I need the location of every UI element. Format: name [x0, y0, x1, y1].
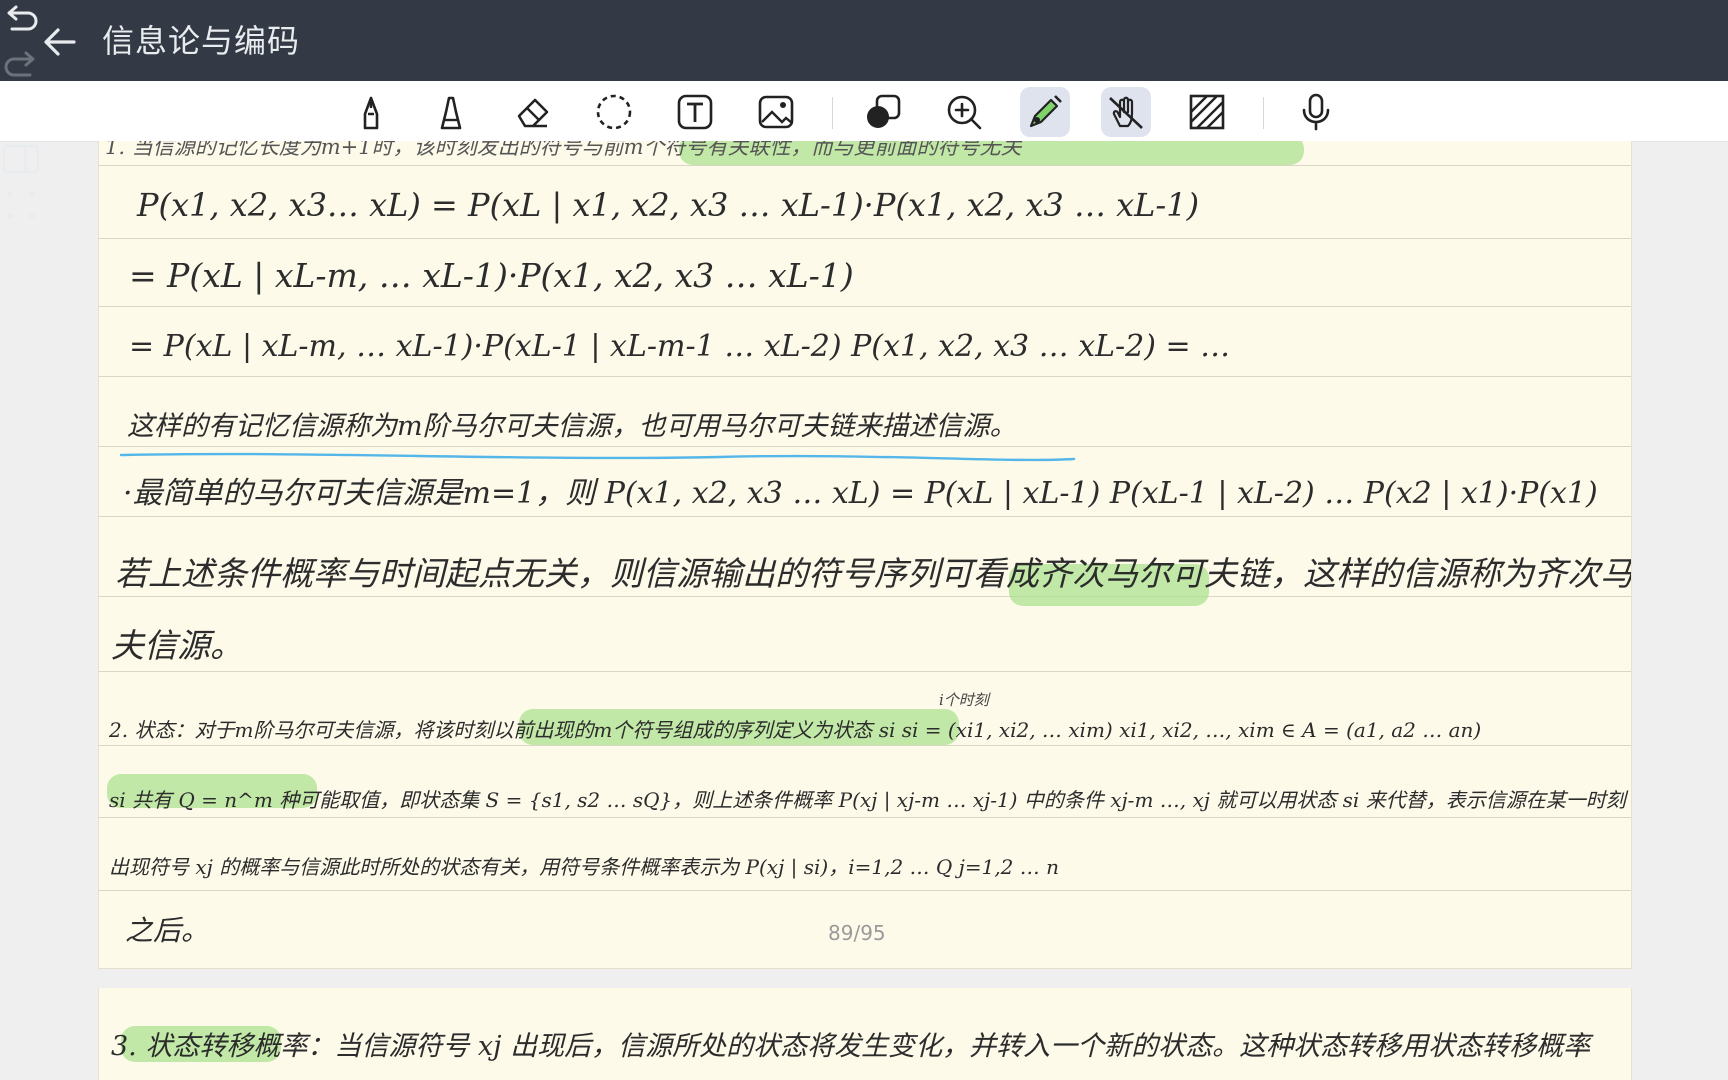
handwritten-line: 出现符号 xj 的概率与信源此时所处的状态有关，用符号条件概率表示为 P(xj … [109, 855, 1059, 879]
highlighter-tool[interactable] [426, 87, 476, 137]
handwritten-line: si 共有 Q = n^m 种可能取值，即状态集 S = {s1, s2 … s… [109, 788, 1626, 812]
back-button[interactable] [40, 22, 80, 62]
handwritten-formula: P(x1, x2, x3… xL) = P(xL | x1, x2, x3 … … [137, 186, 1200, 224]
handwritten-annotation: i个时刻 [939, 691, 989, 709]
more-icon [7, 191, 35, 219]
pattern-tool[interactable] [1182, 87, 1232, 137]
next-note-page[interactable]: 3. 状态转移概率：当信源符号 xj 出现后，信源所处的状态将发生变化，并转入一… [98, 988, 1632, 1080]
handwritten-line: ·最简单的马尔可夫信源是m=1，则 P(x1, x2, x3 … xL) = P… [123, 476, 1598, 511]
pattern-icon [1189, 94, 1225, 130]
handwritten-formula: = P(xL | xL-m, … xL-1)·P(x1, x2, x3 … xL… [129, 256, 854, 295]
microphone-icon [1302, 93, 1330, 131]
handwritten-line: 夫信源。 [111, 626, 243, 665]
handwritten-line: 这样的有记忆信源称为m阶马尔可夫信源，也可用马尔可夫链来描述信源。 [127, 411, 1017, 442]
lasso-icon [596, 94, 632, 130]
text-tool[interactable] [670, 87, 720, 137]
handwritten-line: 2. 状态：对于m阶马尔可夫信源，将该时刻以前出现的m个符号组成的序列定义为状态… [109, 718, 1482, 742]
page-indicator: 89/95 [828, 921, 886, 945]
handwritten-line: 若上述条件概率与时间起点无关，则信源输出的符号序列可看成齐次马尔可夫链，这样的信… [115, 554, 1632, 593]
touch-draw-tool[interactable] [1101, 87, 1151, 137]
pen-tool[interactable] [346, 87, 396, 137]
image-tool[interactable] [751, 87, 801, 137]
handwritten-line: 之后。 [125, 914, 210, 947]
page-title: 信息论与编码 [102, 22, 301, 60]
handwritten-formula: = P(xL | xL-m, … xL-1)·P(xL-1 | xL-m-1 …… [129, 329, 1231, 364]
shape-tool[interactable] [858, 87, 908, 137]
split-view-icon [2, 144, 40, 174]
text-icon [677, 94, 713, 130]
undo-icon [7, 5, 38, 31]
top-bar: 信息论与编码 [0, 0, 1728, 219]
pen-icon [363, 96, 379, 130]
note-page[interactable]: 1. 当信源的记忆长度为m+1时，该时刻发出的符号与前m个符号有关联性，而与更前… [98, 141, 1632, 969]
highlight-pen-icon [1029, 95, 1062, 128]
image-icon [758, 95, 794, 129]
highlight-pen-tool[interactable] [1020, 87, 1070, 137]
handwritten-line: 3. 状态转移概率：当信源符号 xj 出现后，信源所处的状态将发生变化，并转入一… [111, 1031, 1591, 1062]
touch-draw-icon [1109, 96, 1143, 129]
zoom-tool[interactable] [939, 87, 989, 137]
lasso-tool[interactable] [589, 87, 639, 137]
zoom-icon [947, 95, 982, 130]
shape-icon [867, 94, 901, 128]
back-arrow-icon [44, 28, 76, 56]
handwritten-line: 1. 当信源的记忆长度为m+1时，该时刻发出的符号与前m个符号有关联性，而与更前… [105, 141, 1022, 159]
tool-bar [0, 81, 1728, 142]
highlighter-icon [440, 96, 462, 130]
microphone-tool[interactable] [1291, 87, 1341, 137]
eraser-tool[interactable] [508, 87, 558, 137]
underline-mark [119, 452, 1076, 462]
eraser-icon [517, 98, 549, 128]
